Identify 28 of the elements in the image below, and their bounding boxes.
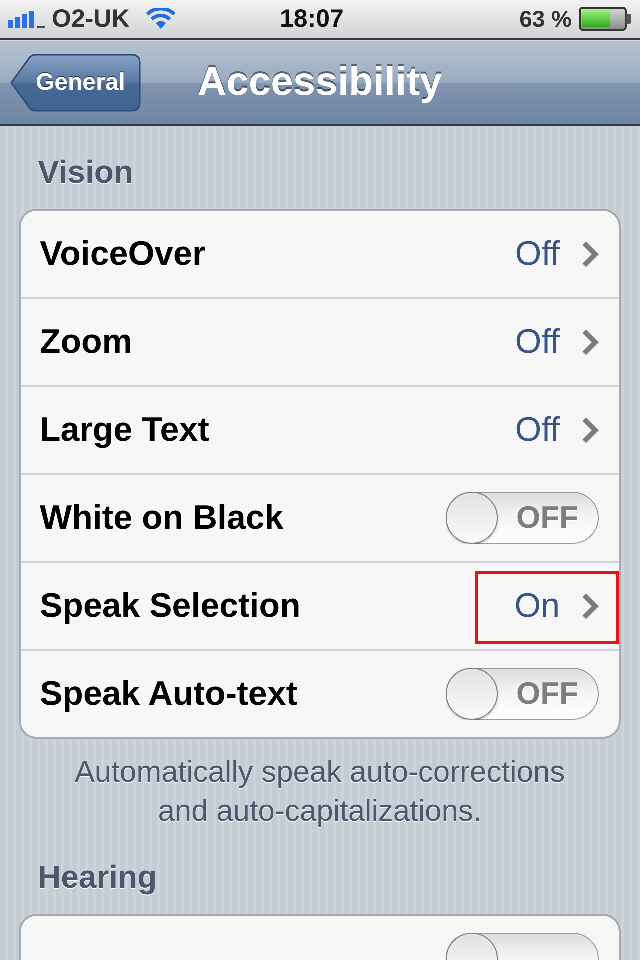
- screen-title: Accessibility: [198, 60, 442, 105]
- clock-time: 18:07: [280, 5, 344, 33]
- toggle-switch[interactable]: OFF: [446, 492, 599, 544]
- chevron-icon: [582, 240, 599, 268]
- section-footer: Automatically speak auto-corrections and auto-capitalizations.: [0, 753, 640, 831]
- chevron-icon: [582, 416, 599, 444]
- row-label: White on Black: [40, 498, 284, 539]
- section-header: Vision: [38, 153, 134, 192]
- battery-percentage: 63 %: [520, 5, 572, 34]
- row-label[interactable]: VoiceOver: [40, 228, 206, 280]
- toggle-switch[interactable]: [446, 933, 599, 960]
- carrier-name: O2-UK: [52, 4, 130, 34]
- row-label[interactable]: Large Text: [40, 404, 210, 456]
- row-value: On: [514, 586, 560, 627]
- row-label: Speak Auto-text: [40, 674, 298, 715]
- toggle-switch[interactable]: OFF: [446, 668, 599, 720]
- chevron-icon: [582, 592, 599, 620]
- section-header: Hearing: [38, 858, 158, 897]
- wifi-icon: [146, 8, 176, 30]
- row-label[interactable]: Speak Selection: [40, 580, 301, 632]
- row-label[interactable]: Zoom: [40, 316, 133, 368]
- back-button[interactable]: General: [10, 54, 141, 112]
- row-value: Off: [515, 322, 560, 363]
- chevron-icon: [582, 328, 599, 356]
- row-value: Off: [515, 410, 560, 451]
- row-value: Off: [515, 234, 560, 275]
- battery-icon: [579, 7, 632, 31]
- signal-icon: [8, 10, 45, 28]
